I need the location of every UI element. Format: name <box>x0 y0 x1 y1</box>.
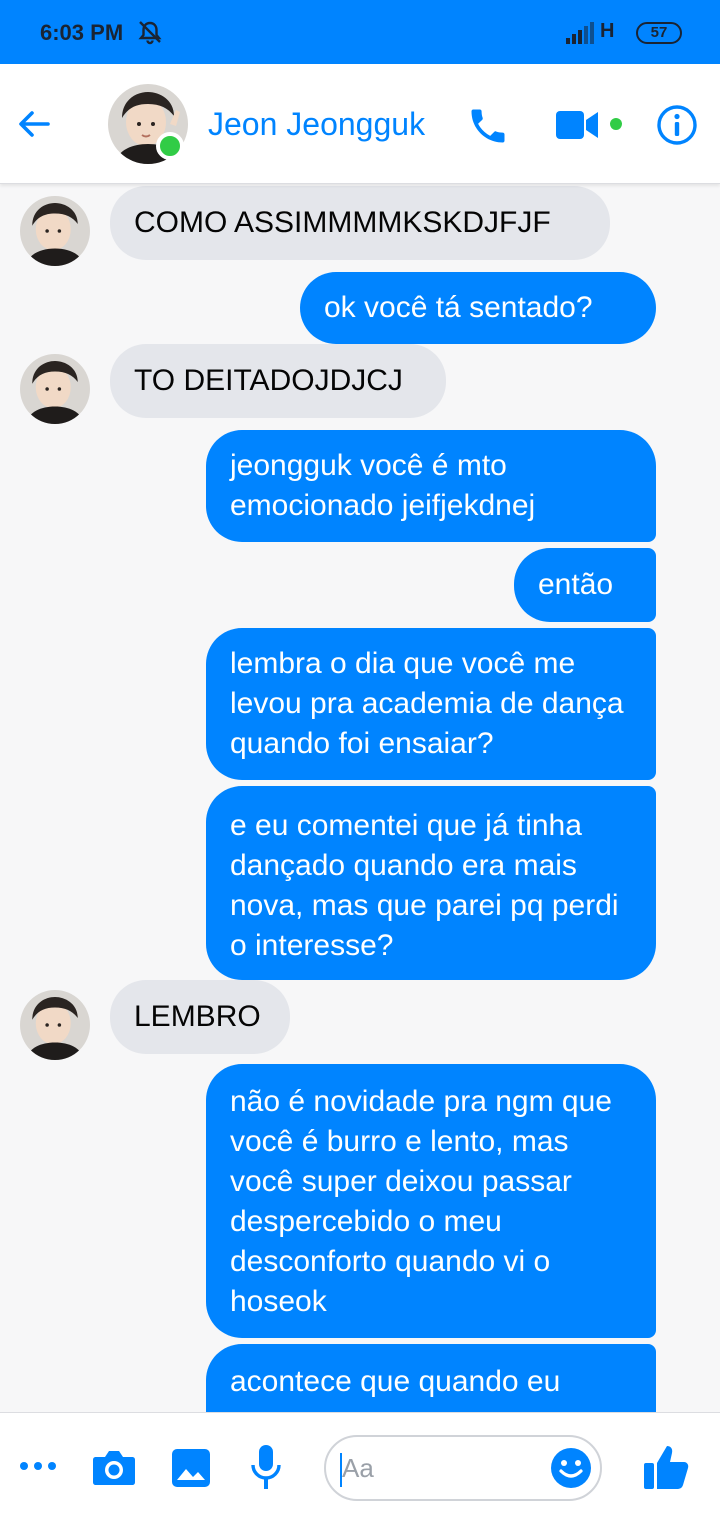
message-bubble-outgoing[interactable]: e eu comentei que já tinha dançado quand… <box>206 786 656 980</box>
sender-avatar[interactable] <box>20 196 90 266</box>
microphone-icon[interactable] <box>250 1443 282 1493</box>
sender-avatar[interactable] <box>20 990 90 1060</box>
video-camera-icon[interactable] <box>556 108 598 142</box>
message-bubble-incoming[interactable]: TO DEITADOJDJCJ <box>110 344 446 418</box>
status-bar: 6:03 PM H 57 <box>0 0 720 64</box>
network-type: H <box>600 20 615 42</box>
conversation-header: Jeon Jeongguk <box>0 64 720 184</box>
thumbs-up-icon[interactable] <box>642 1443 690 1491</box>
message-bubble-outgoing[interactable]: lembra o dia que você me levou pra acade… <box>206 628 656 780</box>
back-arrow-icon[interactable] <box>14 104 54 144</box>
info-icon[interactable] <box>656 104 698 146</box>
message-composer: Aa <box>0 1412 720 1520</box>
message-bubble-outgoing[interactable]: não é novidade pra ngm que você é burro … <box>206 1064 656 1338</box>
signal-icon <box>566 22 594 44</box>
contact-name[interactable]: Jeon Jeongguk <box>208 106 425 143</box>
emoji-icon[interactable] <box>550 1447 592 1489</box>
sender-avatar[interactable] <box>20 354 90 424</box>
status-time: 6:03 PM <box>40 20 124 45</box>
notifications-off-icon <box>138 21 162 45</box>
avatar-photo <box>20 354 90 424</box>
avatar-photo <box>20 990 90 1060</box>
phone-icon[interactable] <box>466 104 510 148</box>
message-bubble-outgoing[interactable]: acontece que quando eu <box>206 1344 656 1412</box>
video-active-dot <box>610 118 622 130</box>
message-thread[interactable]: COMO ASSIMMMMKSKDJFJF ok você tá sentado… <box>0 184 720 1412</box>
message-input-placeholder: Aa <box>342 1453 374 1483</box>
message-bubble-outgoing[interactable]: jeongguk você é mto emocionado jeifjekdn… <box>206 430 656 542</box>
message-bubble-incoming[interactable]: COMO ASSIMMMMKSKDJFJF <box>110 186 610 260</box>
gallery-icon[interactable] <box>172 1449 210 1487</box>
more-dots-icon[interactable] <box>18 1459 58 1473</box>
message-bubble-incoming[interactable]: LEMBRO <box>110 980 290 1054</box>
camera-icon[interactable] <box>92 1447 136 1487</box>
battery-indicator: 57 <box>636 22 682 44</box>
message-bubble-outgoing[interactable]: então <box>514 548 656 622</box>
avatar-photo <box>20 196 90 266</box>
online-status-dot <box>156 132 184 160</box>
message-bubble-outgoing[interactable]: ok você tá sentado? <box>300 272 656 344</box>
